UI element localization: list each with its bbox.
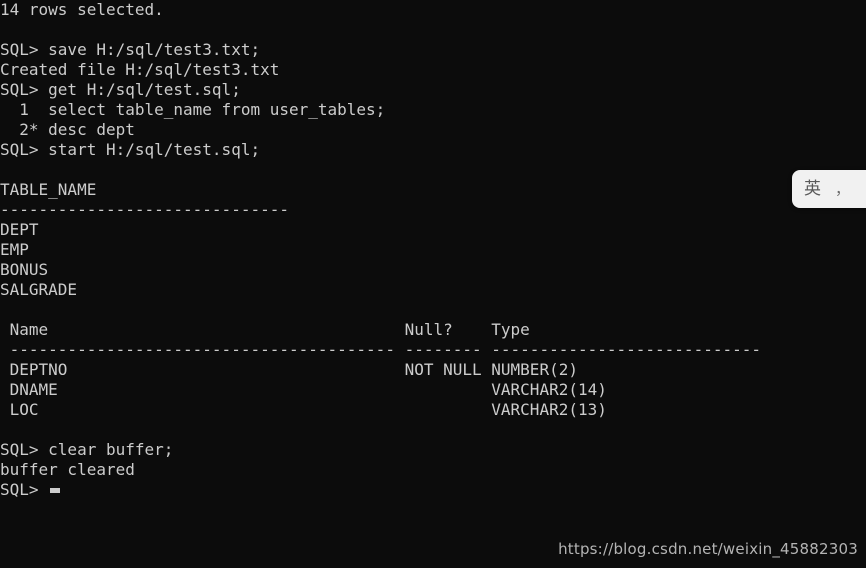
terminal-line: SQL> save H:/sql/test3.txt; — [0, 40, 261, 59]
ime-mode-icon[interactable]: 英 — [804, 180, 821, 198]
terminal-line: DNAME VARCHAR2(14) — [0, 380, 607, 399]
terminal-line: SQL> — [0, 480, 39, 499]
terminal-line: 2* desc dept — [0, 120, 135, 139]
terminal-line: 1 select table_name from user_tables; — [0, 100, 386, 119]
ime-indicator-widget[interactable]: 英 ， （ — [792, 170, 866, 208]
terminal-line: SALGRADE — [0, 280, 78, 299]
terminal-line: TABLE_NAME — [0, 180, 97, 199]
terminal-screen: 14 rows selected. SQL> save H:/sql/test3… — [0, 0, 866, 568]
terminal-line: DEPT — [0, 220, 39, 239]
terminal-line: DEPTNO NOT NULL NUMBER(2) — [0, 360, 578, 379]
watermark-url: https://blog.csdn.net/weixin_45882303 — [558, 540, 858, 558]
terminal-line: Name Null? Type — [0, 320, 530, 339]
terminal-line: SQL> get H:/sql/test.sql; — [0, 80, 241, 99]
terminal-output[interactable]: 14 rows selected. SQL> save H:/sql/test3… — [0, 0, 866, 568]
ime-extra-icon[interactable]: （ — [862, 181, 866, 197]
terminal-line: SQL> clear buffer; — [0, 440, 174, 459]
terminal-line: BONUS — [0, 260, 49, 279]
terminal-line: LOC VARCHAR2(13) — [0, 400, 607, 419]
terminal-line: 14 rows selected. — [0, 0, 164, 19]
ime-punctuation-icon[interactable]: ， — [835, 181, 850, 197]
terminal-line: buffer cleared — [0, 460, 135, 479]
terminal-line: EMP — [0, 240, 29, 259]
terminal-line: SQL> start H:/sql/test.sql; — [0, 140, 261, 159]
text-cursor — [50, 488, 60, 493]
terminal-line: Created file H:/sql/test3.txt — [0, 60, 280, 79]
terminal-line: ----------------------------------------… — [0, 340, 761, 359]
terminal-line: ------------------------------ — [0, 200, 289, 219]
